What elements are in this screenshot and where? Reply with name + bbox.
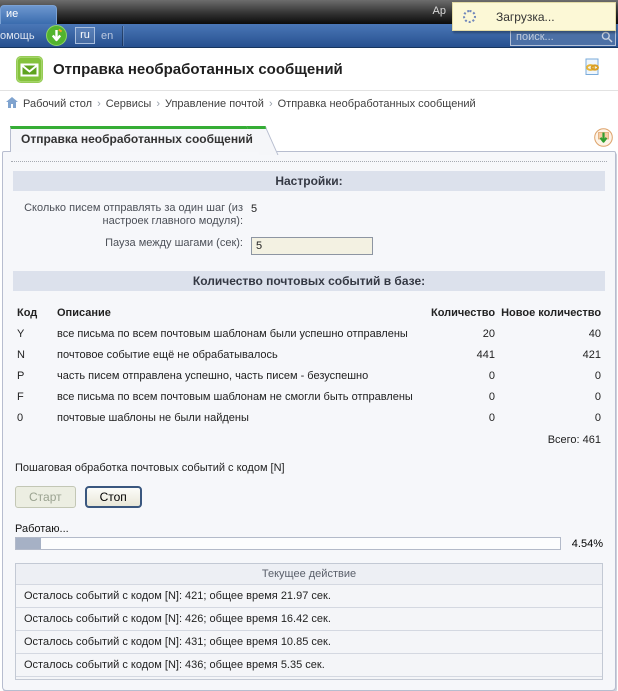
row-new-count: 0 <box>501 370 601 383</box>
settings-header: Настройки: <box>13 171 605 191</box>
events-table: Код Описание Количество Новое количество… <box>17 299 601 448</box>
row-count: 20 <box>431 328 495 341</box>
loading-text: Загрузка... <box>496 10 555 24</box>
settings-form: Сколько писем отправлять за один шаг (из… <box>9 202 609 255</box>
row-count: 0 <box>431 412 495 425</box>
page-header: Отправка необработанных сообщений <box>0 48 618 91</box>
events-table-header-row: Код Описание Количество Новое количество <box>17 299 601 324</box>
topbar-right-text[interactable]: Ар <box>433 5 446 17</box>
row-code: Y <box>17 328 51 341</box>
row-count: 441 <box>431 349 495 362</box>
list-item: Осталось событий с кодом [N]: 421; общее… <box>16 585 602 608</box>
dotted-divider <box>11 161 607 162</box>
row-description: почтовые шаблоны не были найдены <box>57 412 425 425</box>
table-row: 0 почтовые шаблоны не были найдены 0 0 <box>17 408 601 429</box>
start-button[interactable]: Старт <box>15 486 76 508</box>
progress-fill <box>16 538 41 549</box>
row-new-count: 0 <box>501 391 601 404</box>
breadcrumb-item-current: Отправка необработанных сообщений <box>278 98 476 110</box>
processing-buttons: Старт Стоп <box>15 486 603 508</box>
working-status: Работаю... <box>15 523 603 535</box>
progress-percent: 4.54% <box>567 538 603 550</box>
pause-input[interactable] <box>251 237 373 255</box>
update-icon[interactable] <box>46 25 67 46</box>
search-icon[interactable] <box>601 30 613 48</box>
processing-caption: Пошаговая обработка почтовых событий с к… <box>15 462 603 474</box>
list-item: Осталось событий с кодом [N]: 426; общее… <box>16 608 602 631</box>
col-count: Количество <box>431 307 495 320</box>
breadcrumb-item-services[interactable]: Сервисы <box>106 98 152 110</box>
breadcrumb-separator: › <box>97 98 101 110</box>
row-count: 0 <box>431 391 495 404</box>
list-item: Осталось событий с кодом [N]: 436; общее… <box>16 654 602 677</box>
action-log-header: Текущее действие <box>16 564 602 585</box>
row-code: P <box>17 370 51 383</box>
progress-row: 4.54% <box>15 537 603 550</box>
row-code: N <box>17 349 51 362</box>
step-size-label: Сколько писем отправлять за один шаг (из… <box>9 202 251 228</box>
row-description: часть писем отправлена успешно, часть пи… <box>57 370 425 383</box>
breadcrumb: Рабочий стол › Сервисы › Управление почт… <box>0 91 618 117</box>
mail-icon <box>16 56 43 83</box>
row-new-count: 421 <box>501 349 601 362</box>
step-size-value: 5 <box>251 202 257 215</box>
row-description: все письма по всем почтовым шаблонам был… <box>57 328 425 341</box>
home-icon[interactable] <box>6 97 18 111</box>
row-new-count: 40 <box>501 328 601 341</box>
lang-en-button[interactable]: en <box>101 30 113 42</box>
breadcrumb-separator: › <box>156 98 160 110</box>
table-row: Y все письма по всем почтовым шаблонам б… <box>17 324 601 345</box>
page-title: Отправка необработанных сообщений <box>53 61 585 78</box>
row-new-count: 0 <box>501 412 601 425</box>
page-link-icon[interactable] <box>585 58 600 81</box>
row-description: почтовое событие ещё не обрабатывалось <box>57 349 425 362</box>
loading-popup: Загрузка... <box>452 2 616 31</box>
table-row: P часть писем отправлена успешно, часть … <box>17 366 601 387</box>
row-code: 0 <box>17 412 51 425</box>
row-description: все письма по всем почтовым шаблонам не … <box>57 391 425 404</box>
table-row: F все письма по всем почтовым шаблонам н… <box>17 387 601 408</box>
col-description: Описание <box>57 307 425 320</box>
nav-separator <box>122 26 123 46</box>
table-row: N почтовое событие ещё не обрабатывалось… <box>17 345 601 366</box>
setting-row-pause: Пауза между шагами (сек): <box>9 237 609 255</box>
spinner-icon <box>463 10 476 23</box>
content-box: Настройки: Сколько писем отправлять за о… <box>2 151 616 691</box>
row-count: 0 <box>431 370 495 383</box>
lang-ru-button[interactable]: ru <box>75 27 95 44</box>
events-header: Количество почтовых событий в базе: <box>13 271 605 291</box>
stop-button[interactable]: Стоп <box>85 486 142 508</box>
action-log: Текущее действие Осталось событий с кодо… <box>15 563 603 680</box>
pause-label: Пауза между шагами (сек): <box>9 237 251 250</box>
row-code: F <box>17 391 51 404</box>
tab-send-unprocessed[interactable]: Отправка необработанных сообщений <box>10 126 259 152</box>
admin-tab[interactable]: ие <box>0 5 57 24</box>
progress-bar <box>15 537 561 550</box>
breadcrumb-item-desktop[interactable]: Рабочий стол <box>23 98 92 110</box>
export-icon[interactable] <box>594 128 613 147</box>
col-code: Код <box>17 307 51 320</box>
tab-strip: Отправка необработанных сообщений <box>2 126 616 151</box>
list-item: Осталось событий с кодом [N]: 431; общее… <box>16 631 602 654</box>
setting-row-step-size: Сколько писем отправлять за один шаг (из… <box>9 202 609 228</box>
breadcrumb-item-mail-management[interactable]: Управление почтой <box>165 98 264 110</box>
col-new-count: Новое количество <box>501 307 601 320</box>
events-total: Всего: 461 <box>17 429 601 448</box>
main-content: Отправка необработанных сообщений Настро… <box>2 126 616 691</box>
help-link[interactable]: омощь <box>0 30 35 42</box>
breadcrumb-separator: › <box>269 98 273 110</box>
